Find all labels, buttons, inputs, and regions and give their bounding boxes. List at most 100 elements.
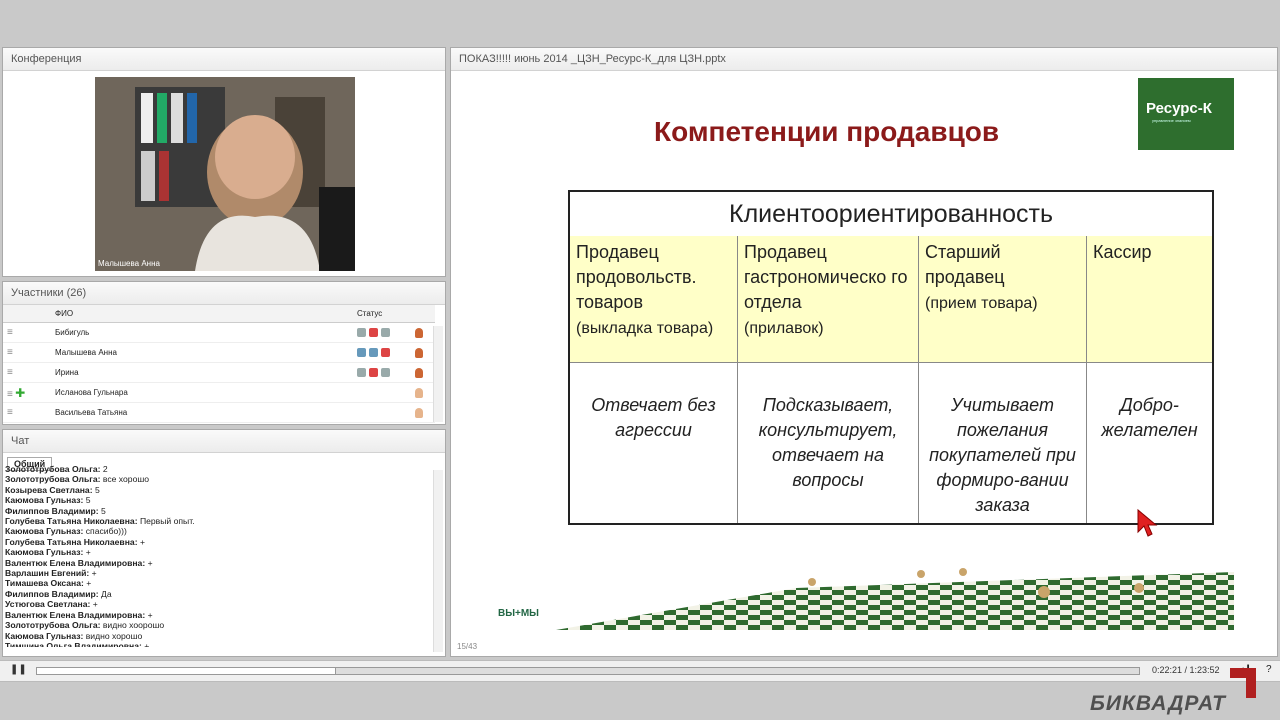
participant-name: Бибигуль — [51, 322, 353, 343]
seek-bar[interactable] — [36, 667, 1140, 675]
chat-author: Валентюк Елена Владимировна: — [5, 609, 146, 620]
add-icon[interactable]: ✚ — [15, 386, 25, 400]
chat-author: Золототрубова Ольга: — [5, 620, 101, 631]
camera-icon — [369, 328, 378, 338]
chat-text: спасибо))) — [83, 526, 127, 537]
chat-message: Тимшина Ольга Владимировна: + — [5, 641, 433, 647]
participant-row[interactable]: ≡ Малышева Анна — [3, 342, 435, 363]
chat-text: + — [83, 578, 92, 589]
chat-message: Каюмова Гульназ: 5 — [5, 495, 433, 505]
chat-message: Голубева Татьяна Николаевна: + — [5, 537, 433, 547]
participant-row[interactable]: ≡ ✚ Исланова Гульнара — [3, 382, 435, 403]
chat-author: Голубева Татьяна Николаевна: — [5, 536, 138, 547]
slide-title: Компетенции продавцов — [654, 116, 1000, 147]
participant-name: Исланова Гульнара — [51, 382, 353, 403]
time-display: 0:22:21 / 1:23:52 — [1152, 665, 1220, 675]
chat-message: Каюмова Гульназ: + — [5, 547, 433, 557]
chat-text: все хорошо — [100, 474, 150, 485]
user-avatar-icon — [415, 367, 423, 378]
chat-scrollbar[interactable] — [433, 470, 443, 652]
slide: Компетенции продавцов Ресурс-К управлени… — [496, 78, 1234, 630]
table-header: Клиентоориентированность — [570, 192, 1212, 237]
pause-icon[interactable]: ❚❚ — [10, 664, 27, 675]
behavior-cell: Учитывает пожелания покупателей при форм… — [919, 363, 1087, 523]
resurs-k-logo: Ресурс-К управление знанием — [1138, 78, 1234, 150]
mic-icon — [357, 328, 366, 338]
chat-text: + — [141, 640, 150, 647]
drag-handle-icon[interactable]: ≡ — [7, 367, 13, 378]
participant-row[interactable]: ≡ Васильева Татьяна — [3, 402, 435, 423]
chat-text: + — [145, 609, 153, 620]
role-cell: Продавец продовольств. товаров (выкладка … — [570, 236, 738, 363]
chat-author: Каюмова Гульназ: — [5, 547, 84, 558]
chat-text: + — [145, 557, 153, 568]
role-cell: Продавец гастрономическо го отдела (прила… — [738, 236, 919, 363]
behavior-cell: Отвечает без агрессии — [570, 363, 738, 523]
webcam-video: Малышева Анна — [95, 77, 355, 271]
behavior-cell: Подсказывает, консультирует, отвечает на… — [738, 363, 919, 523]
chat-author: Золототрубова Ольга: — [5, 464, 101, 474]
chat-message: Тимашева Оксана: + — [5, 578, 433, 588]
role-label: Продавец гастрономическо го отдела — [744, 242, 908, 312]
drag-handle-icon[interactable]: ≡ — [7, 407, 13, 418]
presentation-title: ПОКАЗ!!!!! июнь 2014 _ЦЗН_Ресурс-К_для Ц… — [451, 48, 1277, 71]
chat-message: Устюгова Светлана: + — [5, 599, 433, 609]
participant-row[interactable]: ≡ Бибигуль — [3, 322, 435, 343]
slide-counter: 15/43 — [457, 642, 478, 651]
participant-row[interactable]: ≡ Ирина — [3, 362, 435, 383]
drag-handle-icon[interactable]: ≡ — [7, 389, 13, 400]
status-icons — [353, 322, 411, 343]
column-header-name[interactable]: ФИО — [51, 305, 353, 323]
chessboard-decoration — [556, 568, 1234, 630]
chat-text: 5 — [92, 484, 100, 495]
conference-title: Конференция — [3, 48, 445, 71]
chat-author: Каюмова Гульназ: — [5, 630, 84, 641]
column-header-status[interactable]: Статус — [353, 305, 411, 323]
chat-author: Голубева Татьяна Николаевна: — [5, 516, 138, 527]
mic-icon — [357, 368, 366, 378]
participant-name: Малышева Анна — [51, 342, 353, 363]
chat-text: + — [89, 568, 97, 579]
chat-author: Золототрубова Ольга: — [5, 474, 101, 485]
brand-wordmark: БИКВАДРАТ — [1090, 692, 1226, 715]
chat-text: 2 — [100, 464, 108, 474]
chat-message: Варлашин Евгений: + — [5, 568, 433, 578]
chat-author: Устюгова Светлана: — [5, 599, 91, 610]
chat-text: Первый опыт. — [137, 516, 195, 527]
player-bar: ❚❚ 0:22:21 / 1:23:52 ◂❙ ? — [0, 660, 1280, 682]
camera-icon — [369, 368, 378, 378]
chat-author: Тимашева Оксана: — [5, 578, 84, 589]
screen-icon — [381, 368, 390, 378]
seek-progress — [37, 668, 336, 674]
chat-title: Чат — [3, 430, 445, 453]
camera-icon — [369, 348, 378, 358]
chat-message: Валентюк Елена Владимировна: + — [5, 558, 433, 568]
chat-message: Золототрубова Ольга: все хорошо — [5, 474, 433, 484]
role-label: Кассир — [1093, 242, 1152, 262]
drag-handle-icon[interactable]: ≡ — [7, 327, 13, 338]
chat-text: 5 — [83, 495, 91, 506]
status-icons — [353, 342, 411, 363]
help-icon[interactable]: ? — [1266, 664, 1272, 675]
role-note: (прилавок) — [744, 320, 824, 337]
user-avatar-icon — [415, 407, 423, 418]
chat-message: Филиппов Владимир: Да — [5, 589, 433, 599]
chat-message: Каюмова Гульназ: видно хорошо — [5, 631, 433, 641]
chat-author: Каюмова Гульназ: — [5, 495, 84, 506]
status-icons — [353, 362, 411, 383]
logo-text: Ресурс-К — [1146, 100, 1212, 117]
chat-message: Козырева Светлана: 5 — [5, 485, 433, 495]
user-avatar-icon — [415, 387, 423, 398]
participants-scrollbar[interactable] — [433, 326, 443, 422]
role-note: (прием товара) — [925, 295, 1038, 312]
chat-text: + — [90, 599, 98, 610]
conference-panel: Конференция Малышева Анна — [2, 47, 446, 277]
competency-table: Клиентоориентированность Продавец продов… — [568, 190, 1214, 525]
screen-icon — [381, 348, 390, 358]
user-avatar-icon — [415, 347, 423, 358]
chat-author: Варлашин Евгений: — [5, 568, 90, 579]
behavior-cell: Добро-желателен — [1101, 395, 1198, 440]
drag-handle-icon[interactable]: ≡ — [7, 347, 13, 358]
chat-message: Каюмова Гульназ: спасибо))) — [5, 526, 433, 536]
participants-table: ФИО Статус ≡ Бибигуль ≡ Малышева Анна ≡ … — [3, 305, 435, 423]
